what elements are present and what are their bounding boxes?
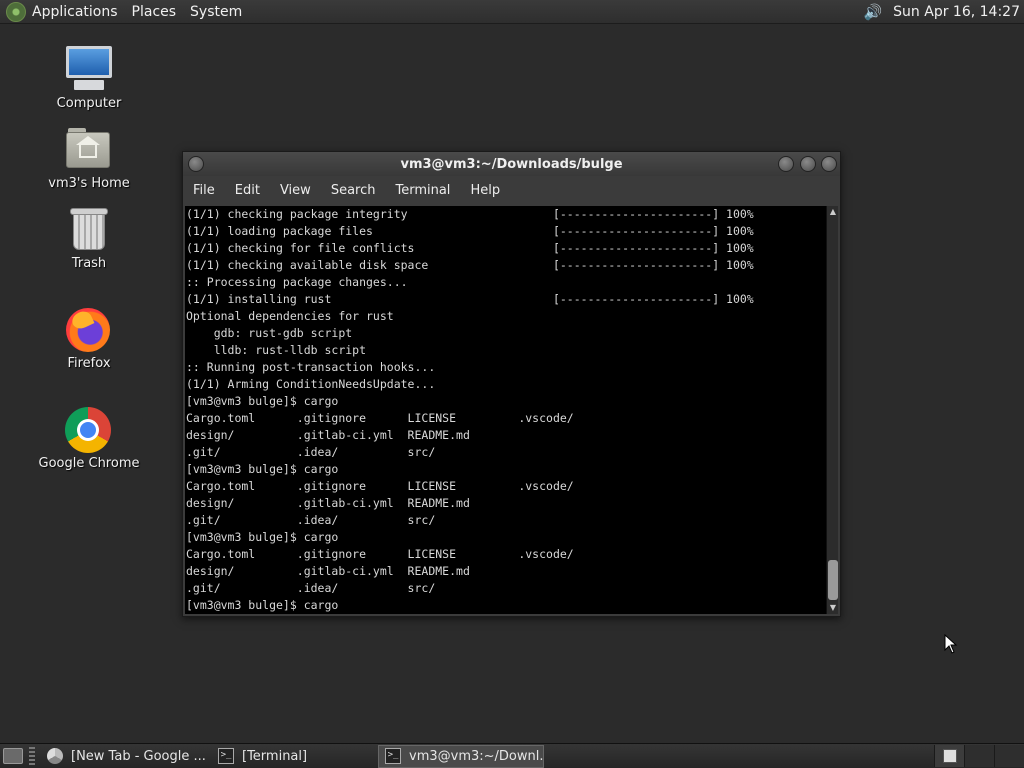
clock[interactable]: Sun Apr 16, 14:27 xyxy=(893,4,1020,20)
scroll-up-arrow-icon[interactable]: ▲ xyxy=(828,207,838,217)
terminal-line: Cargo.toml .gitignore LICENSE .vscode/ xyxy=(186,411,574,425)
trash-icon xyxy=(64,206,114,254)
terminal-line: [vm3@vm3 bulge]$ cargo xyxy=(186,394,339,408)
terminal-line: (1/1) checking package integrity [------… xyxy=(186,207,754,221)
terminal-line: lldb: rust-lldb script xyxy=(186,343,367,357)
terminal-line: .git/ .idea/ src/ xyxy=(186,581,436,595)
desktop-icon-label: Google Chrome xyxy=(38,456,140,471)
menu-edit[interactable]: Edit xyxy=(235,183,260,198)
chrome-icon xyxy=(47,748,63,764)
firefox-icon xyxy=(64,306,114,354)
desktop-icon-firefox[interactable]: Firefox xyxy=(29,306,149,371)
home-folder-icon xyxy=(64,126,114,174)
mouse-cursor-icon xyxy=(944,634,958,654)
terminal-line: (1/1) loading package files [-----------… xyxy=(186,224,754,238)
terminal-icon: >_ xyxy=(218,748,234,764)
volume-icon[interactable]: 🔊 xyxy=(863,2,883,22)
workspace-2[interactable] xyxy=(964,745,994,767)
terminal-line: (1/1) installing rust [-----------------… xyxy=(186,292,754,306)
scrollbar-thumb[interactable] xyxy=(828,560,838,600)
desktop-icon-label: vm3's Home xyxy=(48,176,130,191)
terminal-line: .git/ .idea/ src/ xyxy=(186,513,436,527)
bottom-panel: [New Tab - Google ... >_ [Terminal] >_ v… xyxy=(0,743,1024,768)
desktop-icon-label: Computer xyxy=(56,96,122,111)
terminal-line: (1/1) checking available disk space [---… xyxy=(186,258,754,272)
window-title: vm3@vm3:~/Downloads/bulge xyxy=(400,156,623,172)
terminal-text: (1/1) checking package integrity [------… xyxy=(185,206,826,614)
terminal-line: design/ .gitlab-ci.yml README.md xyxy=(186,496,470,510)
terminal-line: (1/1) checking for file conflicts [-----… xyxy=(186,241,754,255)
desktop-icon-computer[interactable]: Computer xyxy=(29,46,149,111)
distro-logo-icon[interactable] xyxy=(6,1,26,22)
desktop-icon-label: Trash xyxy=(71,256,107,271)
window-title-bar[interactable]: vm3@vm3:~/Downloads/bulge xyxy=(183,152,840,176)
computer-icon xyxy=(64,46,114,94)
terminal-window[interactable]: vm3@vm3:~/Downloads/bulge File Edit View… xyxy=(182,151,841,617)
terminal-line: [vm3@vm3 bulge]$ cargo xyxy=(186,530,339,544)
desktop-icon-chrome[interactable]: Google Chrome xyxy=(29,406,149,471)
top-panel: Applications Places System 🔊 Sun Apr 16,… xyxy=(0,0,1024,24)
taskbar-item-terminal-active[interactable]: >_ vm3@vm3:~/Downl... xyxy=(378,744,544,768)
workspace-switcher xyxy=(934,744,1024,768)
chrome-icon xyxy=(64,406,114,454)
terminal-icon: >_ xyxy=(385,748,401,764)
applications-menu[interactable]: Applications xyxy=(32,4,118,20)
menu-file[interactable]: File xyxy=(193,183,215,198)
desktop-icon-home[interactable]: vm3's Home xyxy=(29,126,149,191)
terminal-line: design/ .gitlab-ci.yml README.md xyxy=(186,428,470,442)
menu-search[interactable]: Search xyxy=(331,183,376,198)
terminal-line: .git/ .idea/ src/ xyxy=(186,445,436,459)
terminal-line: Cargo.toml .gitignore LICENSE .vscode/ xyxy=(186,479,574,493)
menu-terminal[interactable]: Terminal xyxy=(395,183,450,198)
terminal-line: design/ .gitlab-ci.yml README.md xyxy=(186,564,470,578)
system-menu[interactable]: System xyxy=(190,4,242,20)
terminal-line: Optional dependencies for rust xyxy=(186,309,394,323)
window-menu-button[interactable] xyxy=(188,156,204,172)
minimize-button[interactable] xyxy=(778,156,794,172)
workspace-3[interactable] xyxy=(994,745,1024,767)
menu-view[interactable]: View xyxy=(280,183,311,198)
menu-help[interactable]: Help xyxy=(470,183,500,198)
taskbar-item-chrome[interactable]: [New Tab - Google ... xyxy=(41,745,206,768)
terminal-output[interactable]: (1/1) checking package integrity [------… xyxy=(185,206,826,614)
terminal-line: [vm3@vm3 bulge]$ cargo xyxy=(186,598,339,612)
terminal-line: (1/1) Arming ConditionNeedsUpdate... xyxy=(186,377,436,391)
terminal-line: :: Processing package changes... xyxy=(186,275,408,289)
maximize-button[interactable] xyxy=(800,156,816,172)
desktop-icon-trash[interactable]: Trash xyxy=(29,206,149,271)
taskbar-item-label: [Terminal] xyxy=(242,748,308,764)
desktop-icon-label: Firefox xyxy=(67,356,111,371)
taskbar-item-label: vm3@vm3:~/Downl... xyxy=(409,748,544,764)
terminal-menu-bar: File Edit View Search Terminal Help xyxy=(183,176,840,204)
panel-handle xyxy=(29,747,35,765)
show-desktop-icon[interactable] xyxy=(3,748,23,764)
workspace-1[interactable] xyxy=(934,745,964,767)
terminal-line: [vm3@vm3 bulge]$ cargo xyxy=(186,462,339,476)
terminal-line: :: Running post-transaction hooks... xyxy=(186,360,436,374)
taskbar-item-terminal[interactable]: >_ [Terminal] xyxy=(212,745,372,768)
places-menu[interactable]: Places xyxy=(132,4,177,20)
terminal-scrollbar[interactable]: ▲ ▼ xyxy=(826,206,838,614)
taskbar-item-label: [New Tab - Google ... xyxy=(71,748,206,764)
scroll-down-arrow-icon[interactable]: ▼ xyxy=(828,603,838,613)
close-button[interactable] xyxy=(821,156,837,172)
terminal-line: gdb: rust-gdb script xyxy=(186,326,353,340)
terminal-line: Cargo.toml .gitignore LICENSE .vscode/ xyxy=(186,547,574,561)
